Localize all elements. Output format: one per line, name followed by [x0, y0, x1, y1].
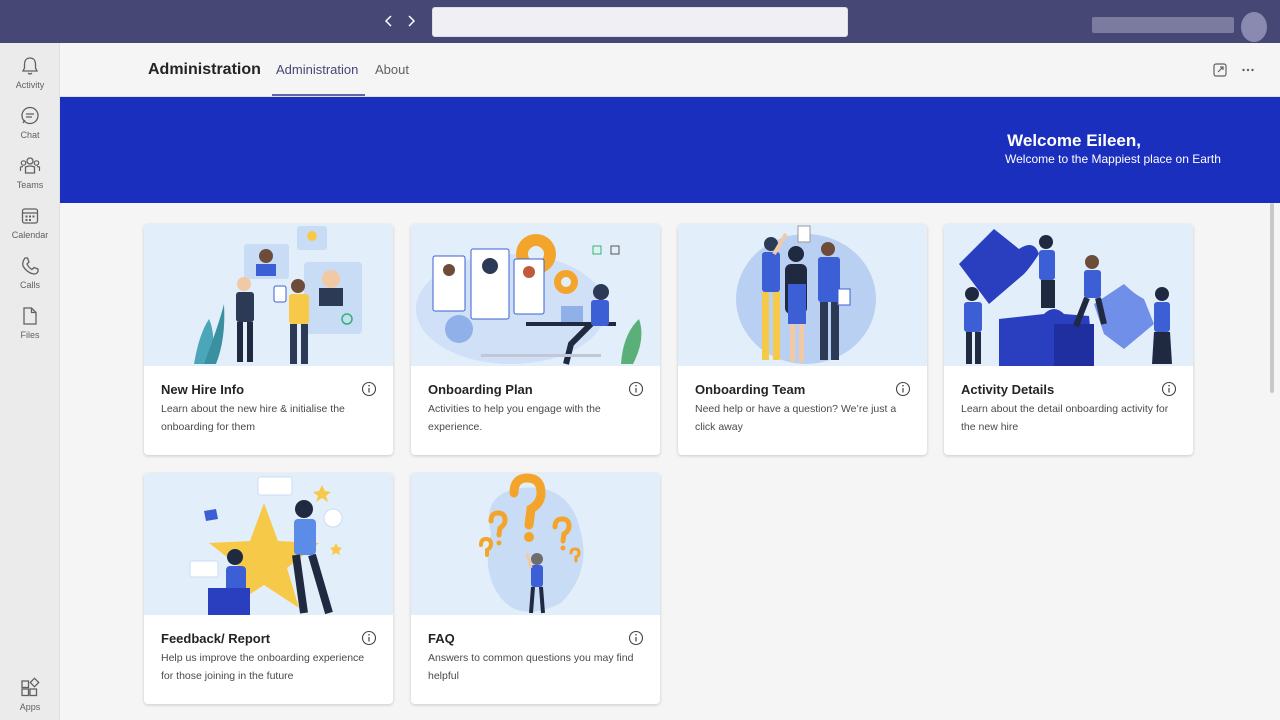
card-title: Onboarding Plan	[428, 382, 533, 397]
card-faq[interactable]: FAQ Answers to common questions you may …	[411, 473, 660, 704]
card-onboarding-team[interactable]: Onboarding Team Need help or have a ques…	[678, 224, 927, 455]
info-icon[interactable]	[628, 630, 644, 646]
info-icon[interactable]	[361, 630, 377, 646]
card-title: FAQ	[428, 631, 455, 646]
bell-icon	[21, 57, 39, 75]
card-description: Activities to help you engage with the e…	[428, 403, 601, 433]
welcome-title: Welcome Eileen,	[1007, 131, 1141, 150]
faq-illustration	[411, 473, 660, 615]
info-icon[interactable]	[628, 381, 644, 397]
card-description: Learn about the detail onboarding activi…	[961, 403, 1169, 433]
new-hire-illustration	[144, 224, 393, 366]
card-description: Need help or have a question? We’re just…	[695, 403, 897, 433]
card-feedback-report[interactable]: Feedback/ Report Help us improve the onb…	[144, 473, 393, 704]
card-onboarding-plan[interactable]: Onboarding Plan Activities to help you e…	[411, 224, 660, 455]
tab-about[interactable]: About	[375, 62, 409, 77]
chevron-left-icon[interactable]	[381, 12, 397, 30]
rail-item-label: Teams	[16, 180, 44, 190]
card-new-hire-info[interactable]: New Hire Info Learn about the new hire &…	[144, 224, 393, 455]
popout-icon[interactable]	[1212, 62, 1228, 78]
rail-item-label: Calls	[19, 280, 40, 290]
rail-item-label: Chat	[20, 130, 40, 140]
phone-icon	[22, 257, 39, 275]
card-description: Help us improve the onboarding experienc…	[161, 652, 365, 682]
rail-item-label: Calendar	[11, 230, 49, 240]
search-input[interactable]	[432, 7, 848, 37]
card-description: Learn about the new hire & initialise th…	[161, 403, 345, 433]
card-title: Activity Details	[961, 382, 1055, 397]
rail-item-activity[interactable]: Activity	[0, 53, 60, 99]
feedback-illustration	[144, 473, 393, 615]
rail-item-calls[interactable]: Calls	[0, 253, 60, 299]
active-tab-indicator	[272, 94, 365, 96]
rail-item-label: Files	[20, 330, 40, 340]
apps-icon	[21, 677, 40, 697]
rail-item-files[interactable]: Files	[0, 303, 60, 349]
card-title: New Hire Info	[161, 382, 245, 397]
app-header: Administration Administration About	[60, 43, 1280, 97]
user-name-redacted	[1092, 17, 1234, 33]
more-icon[interactable]	[1240, 62, 1256, 78]
page-title: Administration	[148, 61, 261, 78]
tab-administration[interactable]: Administration	[276, 62, 358, 77]
app-rail: Activity Chat Teams Calendar Calls Files…	[0, 43, 60, 720]
card-title: Onboarding Team	[695, 382, 806, 397]
activity-details-illustration	[944, 224, 1193, 366]
card-title: Feedback/ Report	[161, 631, 271, 646]
welcome-subtitle: Welcome to the Mappiest place on Earth	[1005, 152, 1221, 166]
rail-item-apps[interactable]: Apps	[0, 675, 60, 720]
scrollbar[interactable]	[1270, 203, 1274, 393]
rail-item-label: Apps	[19, 702, 41, 712]
file-icon	[23, 307, 37, 325]
calendar-icon	[21, 208, 39, 224]
rail-item-teams[interactable]: Teams	[0, 153, 60, 199]
card-activity-details[interactable]: Activity Details Learn about the detail …	[944, 224, 1193, 455]
teams-icon	[19, 157, 41, 174]
onboarding-team-illustration	[678, 224, 927, 366]
avatar[interactable]	[1241, 12, 1267, 42]
rail-item-label: Activity	[15, 80, 45, 90]
chevron-right-icon[interactable]	[403, 12, 419, 30]
onboarding-plan-illustration	[411, 224, 660, 366]
card-description: Answers to common questions you may find…	[428, 652, 634, 682]
info-icon[interactable]	[1161, 381, 1177, 397]
title-bar	[0, 0, 1280, 43]
welcome-banner: Welcome Eileen, Welcome to the Mappiest …	[60, 97, 1280, 203]
info-icon[interactable]	[361, 381, 377, 397]
info-icon[interactable]	[895, 381, 911, 397]
rail-item-calendar[interactable]: Calendar	[0, 203, 60, 249]
chat-icon	[21, 106, 39, 125]
rail-item-chat[interactable]: Chat	[0, 103, 60, 149]
